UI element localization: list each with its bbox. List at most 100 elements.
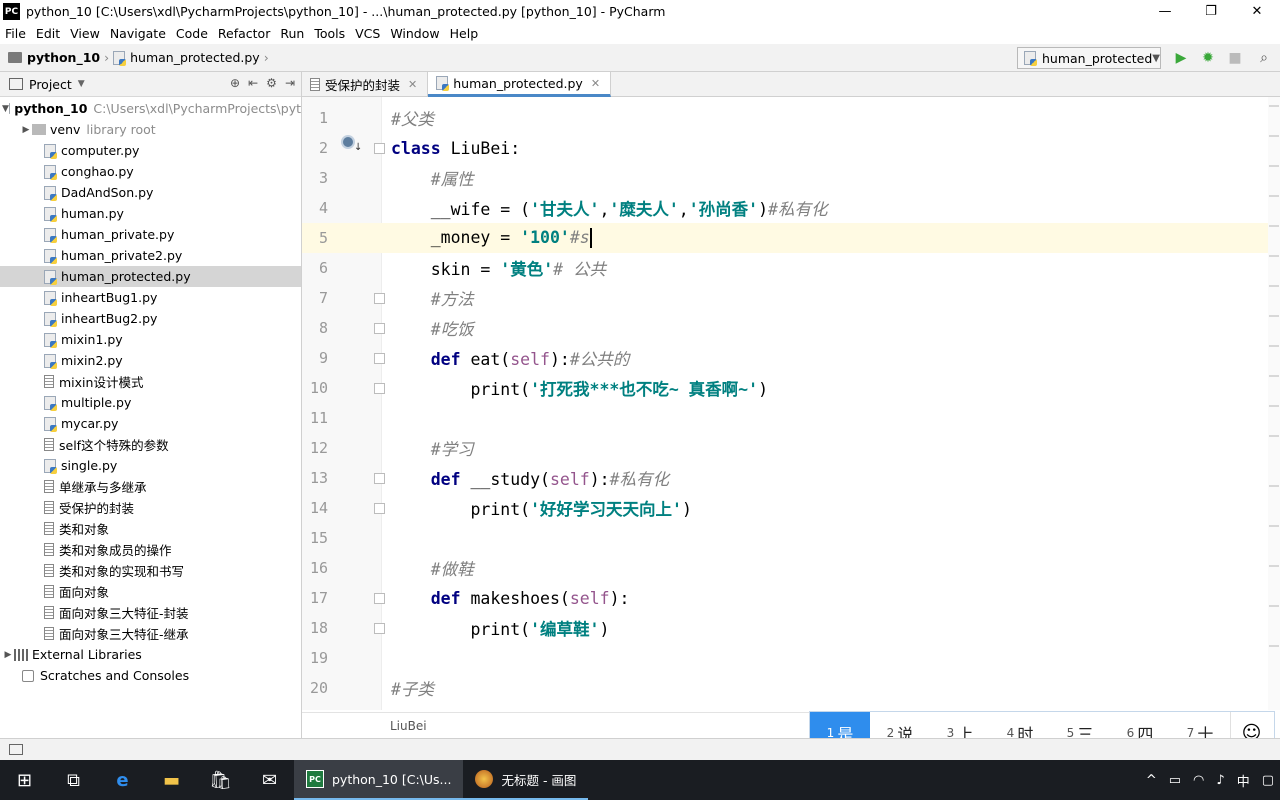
debug-icon[interactable]: ✹ [1198, 48, 1218, 68]
tree-file-item[interactable]: human_protected.py [0, 266, 301, 287]
windows-start-icon[interactable]: ⊞ [0, 760, 49, 800]
fold-marker-icon[interactable] [374, 322, 385, 334]
tree-file-item[interactable]: self这个特殊的参数 [0, 434, 301, 455]
wifi-icon[interactable]: ◠ [1193, 773, 1204, 788]
network-icon[interactable]: ▭ [1169, 773, 1181, 788]
code-line[interactable]: 7 #方法 [302, 283, 1268, 313]
code-line[interactable]: 12 #学习 [302, 433, 1268, 463]
close-button[interactable]: ✕ [1234, 0, 1280, 23]
tree-file-item[interactable]: mycar.py [0, 413, 301, 434]
close-tab-icon[interactable]: ✕ [591, 77, 600, 90]
fold-marker-icon[interactable] [374, 292, 385, 304]
code-line[interactable]: 21 class LiuChan(LiuBei): [302, 703, 1268, 711]
task-view-icon[interactable]: ⧉ [49, 760, 98, 800]
fold-marker-icon[interactable] [374, 592, 385, 604]
tree-file-item[interactable]: 面向对象三大特征-封装 [0, 602, 301, 623]
code-line[interactable]: 13 def __study(self):#私有化 [302, 463, 1268, 493]
tree-file-item[interactable]: human_private.py [0, 224, 301, 245]
code-breadcrumb[interactable]: LiuBei [390, 719, 427, 733]
menu-window[interactable]: Window [385, 26, 444, 41]
tree-file-item[interactable]: human_private2.py [0, 245, 301, 266]
tree-file-item[interactable]: mixin2.py [0, 350, 301, 371]
tree-file-item[interactable]: 面向对象三大特征-继承 [0, 623, 301, 644]
hide-panel-icon[interactable]: ⇥ [285, 76, 295, 90]
code-line[interactable]: 5 _money = '100'#s [302, 223, 1268, 253]
fold-marker-icon[interactable] [374, 502, 385, 514]
code-editor[interactable]: 1 #父类 2 class LiuBei: 3 #属性 4 __wife = ('甘夫人'… [302, 97, 1268, 710]
editor-scrollbar[interactable] [1268, 97, 1280, 710]
taskbar-app-pycharm[interactable]: PC python_10 [C:\Us... [294, 760, 464, 800]
menu-code[interactable]: Code [171, 26, 213, 41]
code-line[interactable]: 11 [302, 403, 1268, 433]
tree-file-item[interactable]: 类和对象成员的操作 [0, 539, 301, 560]
code-line[interactable]: 2 class LiuBei: [302, 133, 1268, 163]
run-configuration-select[interactable]: human_protected ▼ [1017, 47, 1161, 69]
code-line[interactable]: 17 def makeshoes(self): [302, 583, 1268, 613]
file-explorer-icon[interactable]: ▬ [147, 760, 196, 800]
fold-marker-icon[interactable] [374, 382, 385, 394]
fold-marker-icon[interactable] [374, 622, 385, 634]
tree-file-item[interactable]: 面向对象 [0, 581, 301, 602]
tree-file-item[interactable]: 类和对象的实现和书写 [0, 560, 301, 581]
code-line[interactable]: 14 print('好好学习天天向上') [302, 493, 1268, 523]
breadcrumb-file[interactable]: human_protected.py [113, 50, 260, 66]
tree-file-item[interactable]: single.py [0, 455, 301, 476]
tree-file-item[interactable]: mixin设计模式 [0, 371, 301, 392]
edge-browser-icon[interactable]: e [98, 760, 147, 800]
tree-file-item[interactable]: inheartBug2.py [0, 308, 301, 329]
fold-marker-icon[interactable] [374, 352, 385, 364]
tree-file-item[interactable]: 受保护的封装 [0, 497, 301, 518]
mail-icon[interactable]: ✉ [245, 760, 294, 800]
code-line[interactable]: 8 #吃饭 [302, 313, 1268, 343]
code-line[interactable]: 15 [302, 523, 1268, 553]
tree-folder-venv[interactable]: ▶ venv library root [0, 119, 301, 140]
menu-run[interactable]: Run [275, 26, 309, 41]
minimize-button[interactable]: — [1142, 0, 1188, 23]
tab-protected-encapsulation[interactable]: 受保护的封装 ✕ [302, 72, 429, 97]
tree-file-item[interactable]: inheartBug1.py [0, 287, 301, 308]
menu-navigate[interactable]: Navigate [105, 26, 171, 41]
locate-icon[interactable]: ⊕ [230, 76, 240, 90]
tree-file-item[interactable]: conghao.py [0, 161, 301, 182]
tree-file-item[interactable]: 单继承与多继承 [0, 476, 301, 497]
tree-file-item[interactable]: human.py [0, 203, 301, 224]
code-line[interactable]: 20 #子类 [302, 673, 1268, 703]
code-line[interactable]: 18 print('编草鞋') [302, 613, 1268, 643]
code-line[interactable]: 1 #父类 [302, 103, 1268, 133]
tree-file-item[interactable]: mixin1.py [0, 329, 301, 350]
tab-human-protected[interactable]: human_protected.py ✕ [428, 72, 612, 97]
tree-file-item[interactable]: 类和对象 [0, 518, 301, 539]
menu-edit[interactable]: Edit [31, 26, 65, 41]
taskbar-app-paint[interactable]: 无标题 - 画图 [463, 760, 589, 800]
project-panel-title[interactable]: Project [29, 77, 72, 92]
fold-marker-icon[interactable] [374, 472, 385, 484]
code-line[interactable]: 4 __wife = ('甘夫人','糜夫人','孙尚香')#私有化 [302, 193, 1268, 223]
override-marker-icon[interactable] [341, 135, 355, 149]
code-line[interactable]: 9 def eat(self):#公共的 [302, 343, 1268, 373]
gear-icon[interactable]: ⚙ [266, 76, 277, 90]
fold-marker-icon[interactable] [374, 142, 385, 154]
menu-file[interactable]: File [0, 26, 31, 41]
code-line[interactable]: 19 [302, 643, 1268, 673]
tool-windows-icon[interactable] [9, 744, 23, 755]
run-icon[interactable]: ▶ [1171, 48, 1191, 68]
tree-file-item[interactable]: multiple.py [0, 392, 301, 413]
chevron-down-icon[interactable]: ▼ [78, 79, 85, 89]
ime-language-indicator[interactable]: 中 [1237, 771, 1250, 790]
tree-external-libraries[interactable]: ▶ External Libraries [0, 644, 301, 665]
search-everywhere-icon[interactable]: ⌕ [1254, 48, 1274, 68]
tree-scratches[interactable]: Scratches and Consoles [0, 665, 301, 686]
menu-help[interactable]: Help [445, 26, 484, 41]
code-line[interactable]: 10 print('打死我***也不吃~ 真香啊~') [302, 373, 1268, 403]
menu-view[interactable]: View [65, 26, 105, 41]
menu-vcs[interactable]: VCS [350, 26, 385, 41]
volume-icon[interactable]: ♪ [1216, 773, 1224, 788]
breadcrumb-project[interactable]: python_10 [8, 50, 100, 65]
code-line[interactable]: 3 #属性 [302, 163, 1268, 193]
code-line[interactable]: 16 #做鞋 [302, 553, 1268, 583]
notification-icon[interactable]: ▢ [1262, 773, 1274, 788]
menu-tools[interactable]: Tools [309, 26, 350, 41]
store-icon[interactable]: 🛍 [196, 760, 245, 800]
tree-file-item[interactable]: DadAndSon.py [0, 182, 301, 203]
menu-refactor[interactable]: Refactor [213, 26, 275, 41]
